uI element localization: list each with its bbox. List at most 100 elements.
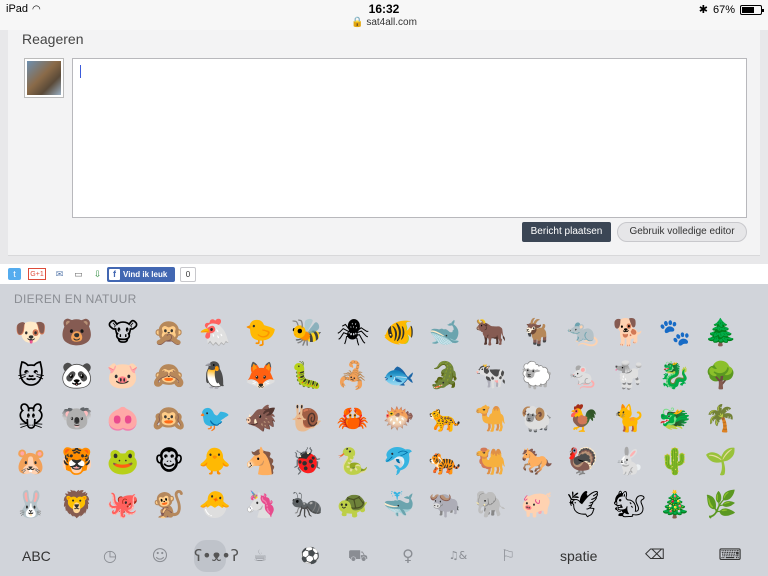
emoji-key[interactable]: 🐣 [192, 484, 238, 527]
emoji-key[interactable]: 🐾 [652, 312, 698, 355]
delete-icon[interactable]: ⌫ [640, 545, 670, 565]
print-icon[interactable]: ▭ [72, 268, 85, 280]
emoji-key[interactable]: 🐉 [652, 355, 698, 398]
emoji-key[interactable]: 🐲 [652, 398, 698, 441]
emoji-key[interactable]: 🐔 [192, 312, 238, 355]
symbol-icon[interactable]: ♫& [446, 544, 470, 568]
abc-key[interactable]: ABC [22, 548, 51, 564]
animal-icon[interactable]: ʕ•ᴥ•ʔ [194, 540, 239, 572]
emoji-key[interactable]: 🐸 [100, 441, 146, 484]
emoji-key[interactable]: 🐶 [8, 312, 54, 355]
emoji-key[interactable]: 🐡 [376, 398, 422, 441]
emoji-key[interactable]: 🐼 [54, 355, 100, 398]
emoji-key[interactable]: 🐩 [606, 355, 652, 398]
emoji-key[interactable]: 🐟 [376, 355, 422, 398]
emoji-key[interactable]: 🌿 [698, 484, 744, 527]
emoji-key[interactable]: 🐵 [146, 441, 192, 484]
emoji-key[interactable]: 🐖 [514, 484, 560, 527]
emoji-key[interactable]: 🐌 [284, 398, 330, 441]
emoji-key[interactable]: 🐏 [514, 398, 560, 441]
emoji-key[interactable]: 🐘 [468, 484, 514, 527]
emoji-key[interactable]: 🐪 [468, 398, 514, 441]
emoji-key[interactable]: 🐗 [238, 398, 284, 441]
emoji-key[interactable]: 🐿 [606, 484, 652, 527]
emoji-key[interactable]: 🐫 [468, 441, 514, 484]
twitter-icon[interactable]: t [8, 268, 21, 280]
emoji-key[interactable]: 🐇 [606, 441, 652, 484]
emoji-key[interactable]: 🐦 [192, 398, 238, 441]
post-button[interactable]: Bericht plaatsen [522, 222, 611, 242]
emoji-key[interactable]: 🐆 [422, 398, 468, 441]
email-icon[interactable]: ✉ [53, 268, 66, 280]
emoji-key[interactable]: 🐹 [8, 441, 54, 484]
emoji-key[interactable]: 🐁 [560, 355, 606, 398]
emoji-key[interactable]: 🐭 [8, 398, 54, 441]
emoji-key[interactable]: 🙈 [146, 355, 192, 398]
emoji-key[interactable]: 🐅 [422, 441, 468, 484]
emoji-key[interactable]: 🐒 [146, 484, 192, 527]
full-editor-button[interactable]: Gebruik volledige editor [617, 222, 747, 242]
emoji-key[interactable]: 🦀 [330, 398, 376, 441]
emoji-key[interactable]: 🐋 [422, 312, 468, 355]
emoji-key[interactable]: 🐞 [284, 441, 330, 484]
food-icon[interactable]: ☕ [248, 544, 272, 568]
recent-icon[interactable]: ◷ [98, 544, 122, 568]
emoji-key[interactable]: 🐎 [514, 441, 560, 484]
emoji-key[interactable]: 🐊 [422, 355, 468, 398]
emoji-key[interactable]: 🐠 [376, 312, 422, 355]
emoji-key[interactable]: 🦂 [330, 355, 376, 398]
emoji-key[interactable]: 🌱 [698, 441, 744, 484]
emoji-key[interactable]: 🐳 [376, 484, 422, 527]
emoji-key[interactable]: 🐧 [192, 355, 238, 398]
address-bar[interactable]: 🔒 sat4all.com [0, 17, 768, 28]
emoji-key[interactable]: 🐷 [100, 355, 146, 398]
emoji-key[interactable]: 🐢 [330, 484, 376, 527]
emoji-key[interactable]: 🐰 [8, 484, 54, 527]
emoji-key[interactable]: 🐬 [376, 441, 422, 484]
emoji-key[interactable]: 🐤 [238, 312, 284, 355]
emoji-key[interactable]: 🐝 [284, 312, 330, 355]
emoji-key[interactable]: 🌲 [698, 312, 744, 355]
emoji-key[interactable]: 🦄 [238, 484, 284, 527]
emoji-key[interactable]: 🙉 [146, 398, 192, 441]
facebook-like-button[interactable]: f Vind ik leuk [107, 267, 175, 282]
emoji-key[interactable]: 🐛 [284, 355, 330, 398]
flag-icon[interactable]: ⚐ [496, 544, 520, 568]
emoji-key[interactable]: 🐮 [100, 312, 146, 355]
emoji-key[interactable]: 🐄 [468, 355, 514, 398]
emoji-key[interactable]: 🦊 [238, 355, 284, 398]
download-icon[interactable]: ⇩ [91, 268, 104, 280]
emoji-key[interactable]: 🌵 [652, 441, 698, 484]
emoji-key[interactable]: 🐑 [514, 355, 560, 398]
emoji-key[interactable]: 🦁 [54, 484, 100, 527]
emoji-key[interactable]: 🐽 [100, 398, 146, 441]
emoji-key[interactable]: 🙊 [146, 312, 192, 355]
emoji-key[interactable]: 🐍 [330, 441, 376, 484]
emoji-key[interactable]: 🐃 [422, 484, 468, 527]
emoji-key[interactable]: 🐙 [100, 484, 146, 527]
emoji-key[interactable]: 🌴 [698, 398, 744, 441]
emoji-key[interactable]: 🐥 [192, 441, 238, 484]
emoji-key[interactable]: 🐐 [514, 312, 560, 355]
reply-textarea[interactable] [72, 58, 747, 218]
emoji-key[interactable]: 🦃 [560, 441, 606, 484]
emoji-key[interactable]: 🐯 [54, 441, 100, 484]
travel-icon[interactable]: ⛟ [346, 544, 370, 568]
emoji-key[interactable]: 🐕 [606, 312, 652, 355]
emoji-key[interactable]: 🐴 [238, 441, 284, 484]
smiley-icon[interactable]: ☺ [148, 544, 172, 568]
emoji-key[interactable]: 🕊 [560, 484, 606, 527]
emoji-key[interactable]: 🐈 [606, 398, 652, 441]
emoji-key[interactable]: 🐜 [284, 484, 330, 527]
emoji-key[interactable]: 🐻 [54, 312, 100, 355]
space-key[interactable]: spatie [560, 548, 597, 564]
emoji-key[interactable]: 🐂 [468, 312, 514, 355]
emoji-key[interactable]: 🐀 [560, 312, 606, 355]
emoji-key[interactable]: 🐨 [54, 398, 100, 441]
emoji-key[interactable]: 🎄 [652, 484, 698, 527]
sport-icon[interactable]: ⚽ [298, 544, 322, 568]
hide-keyboard-icon[interactable]: ⌨ [716, 544, 744, 566]
object-icon[interactable]: ♀ [396, 544, 420, 568]
emoji-key[interactable]: 🌳 [698, 355, 744, 398]
google-plus-icon[interactable]: G+1 [28, 268, 46, 280]
